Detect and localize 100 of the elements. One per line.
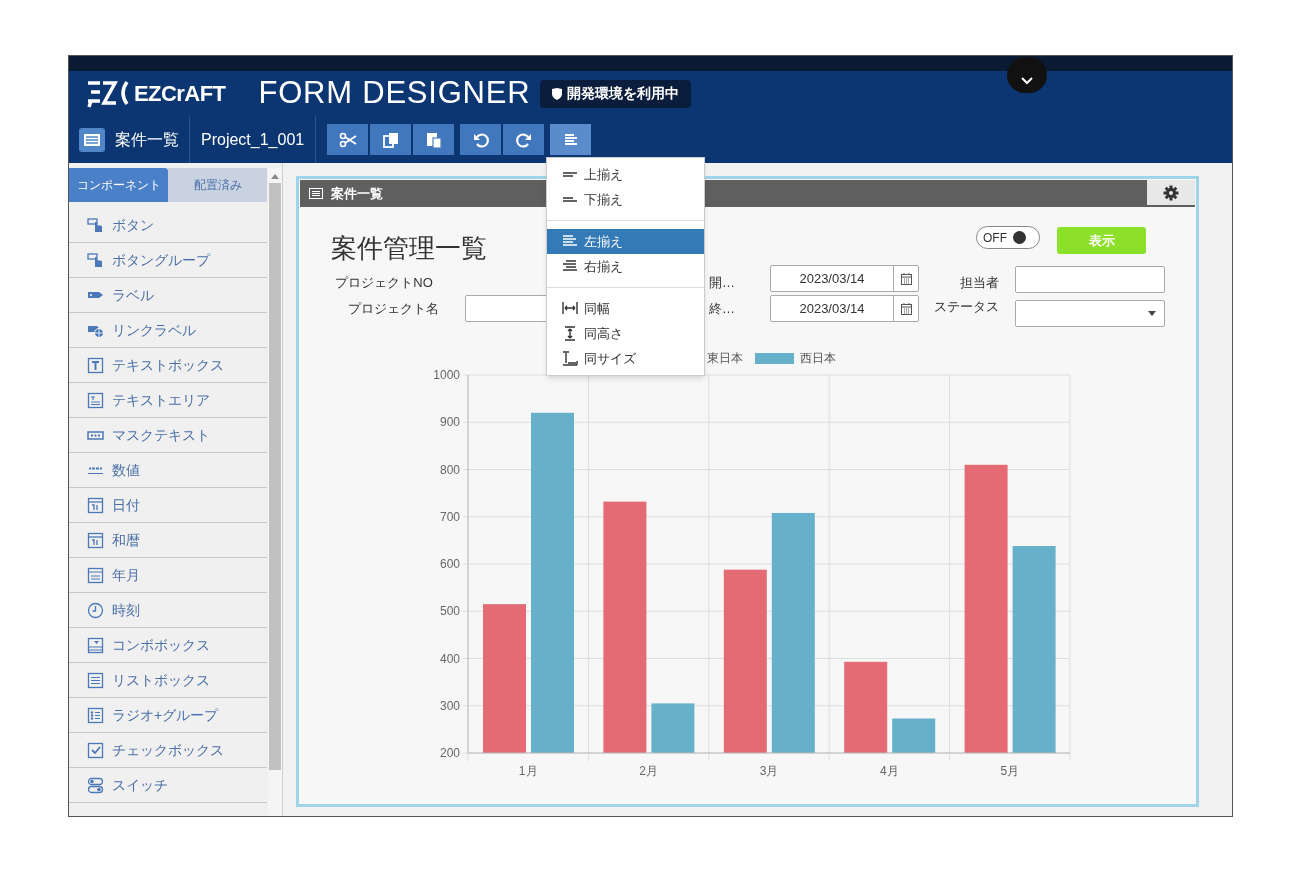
toggle-switch[interactable]: OFF — [976, 226, 1040, 249]
field-label: 終… — [709, 300, 736, 318]
app-title: FORM DESIGNER — [258, 74, 531, 113]
sidebar-item[interactable]: 数値 — [69, 453, 267, 488]
text-field[interactable] — [1015, 266, 1165, 293]
sidebar-item[interactable]: 和暦 — [69, 523, 267, 558]
toggle-knob[interactable] — [1013, 231, 1026, 244]
toolbar-button[interactable] — [550, 124, 592, 155]
toolbar-button[interactable] — [370, 124, 412, 155]
calendar-icon[interactable] — [900, 272, 912, 285]
sidebar-item[interactable]: 日付 — [69, 488, 267, 523]
align-left-icon — [562, 234, 578, 249]
sidebar-tab[interactable]: 配置済み — [168, 168, 267, 202]
menu-item[interactable]: 右揃え — [547, 254, 704, 279]
sidebar-item[interactable]: リンクラベル — [69, 313, 267, 348]
sidebar-item[interactable]: テキストエリア — [69, 383, 267, 418]
menu-item[interactable]: 同サイズ — [547, 346, 704, 371]
settings-icon — [1163, 184, 1179, 201]
align-bottom-icon — [562, 197, 578, 202]
chart-bar — [892, 718, 936, 753]
settings-button[interactable] — [1147, 180, 1195, 205]
text-box-icon — [87, 356, 104, 374]
axis-tick-label: 5月 — [1000, 764, 1020, 778]
sidebar-item[interactable]: コンボボックス — [69, 628, 267, 663]
menu-item[interactable]: 同幅 — [547, 296, 704, 321]
axis-tick-label: 300 — [439, 698, 460, 713]
sidebar-item[interactable]: ラベル — [69, 278, 267, 313]
calendar-icon — [87, 496, 104, 514]
axis-tick-label: 4月 — [880, 764, 899, 778]
form-list-icon — [309, 188, 323, 199]
axis-tick-label: 500 — [439, 604, 460, 619]
toggle-state-label: OFF — [983, 229, 1007, 247]
combo-box-icon — [87, 636, 104, 654]
align-top-icon — [562, 172, 578, 177]
field-label: プロジェクトNO — [334, 274, 434, 292]
align-right-icon — [562, 259, 578, 274]
chart-bar — [651, 703, 695, 753]
project-name: Project_1_001 — [201, 129, 305, 150]
menu-item[interactable]: 左揃え — [547, 229, 704, 254]
logo-text: EZCrAFT — [134, 80, 226, 108]
axis-tick-label: 1月 — [518, 764, 538, 778]
axis-tick-label: 600 — [439, 557, 460, 571]
calendar-icon[interactable] — [900, 302, 912, 315]
same-size-icon — [562, 351, 578, 366]
badge-text: 開発環境を利用中 — [567, 84, 680, 103]
toolbar-button[interactable] — [460, 124, 502, 155]
radio-list-icon — [87, 706, 104, 724]
form-name: 案件一覧 — [115, 129, 179, 150]
sidebar-item[interactable]: チェックボックス — [69, 733, 267, 768]
toolbar-button[interactable] — [503, 124, 545, 155]
same-width-icon — [562, 301, 578, 316]
sidebar-item[interactable]: リストボックス — [69, 663, 267, 698]
field-label: ステータス — [933, 298, 999, 316]
sidebar-tab[interactable]: コンポーネント — [69, 168, 168, 202]
dropdown-caret-icon — [1148, 311, 1156, 316]
sidebar-item[interactable]: 年月 — [69, 558, 267, 593]
shield-icon — [552, 87, 563, 100]
sidebar-item[interactable]: スイッチ — [69, 768, 267, 803]
text-area-icon — [87, 391, 104, 409]
date-field[interactable]: 2023/03/14 — [770, 265, 919, 292]
calendar-icon — [87, 566, 104, 584]
clock-icon — [87, 601, 104, 619]
sidebar-item[interactable]: ボタングループ — [69, 243, 267, 278]
field-label: 開… — [709, 274, 736, 292]
axis-tick-label: 200 — [439, 746, 460, 760]
redo-icon — [514, 130, 533, 149]
toolbar-button[interactable] — [413, 124, 455, 155]
panel-title: 案件一覧 — [331, 184, 383, 203]
copy-icon — [381, 130, 400, 149]
calendar-icon — [87, 531, 104, 549]
scroll-up-icon[interactable] — [271, 173, 279, 179]
axis-tick-label: 900 — [439, 415, 460, 430]
scrollbar[interactable] — [268, 168, 282, 816]
menu-item[interactable]: 上揃え — [547, 162, 704, 187]
collapse-button[interactable] — [1007, 57, 1047, 93]
sidebar-item[interactable]: テキストボックス — [69, 348, 267, 383]
legend-label: 東日本 — [707, 350, 743, 367]
axis-tick-label: 800 — [439, 462, 460, 477]
field-label: プロジェクト名 — [347, 300, 439, 318]
logo-icon — [86, 78, 130, 109]
sidebar-item[interactable]: 時刻 — [69, 593, 267, 628]
switch-icon — [87, 776, 104, 794]
menu-item[interactable]: 同高さ — [547, 321, 704, 346]
menu-item[interactable]: 下揃え — [547, 187, 704, 212]
sidebar-item[interactable]: ラジオ+グループ — [69, 698, 267, 733]
same-height-icon — [562, 326, 578, 341]
field-label: 担当者 — [959, 274, 999, 292]
undo-icon — [471, 130, 490, 149]
sidebar-item[interactable]: ボタン — [69, 208, 267, 243]
date-field[interactable]: 2023/03/14 — [770, 295, 919, 322]
paste-icon — [424, 130, 443, 149]
list-box-icon — [87, 671, 104, 689]
toolbar-button[interactable] — [327, 124, 369, 155]
scrollbar-thumb[interactable] — [269, 183, 281, 770]
tag-icon — [87, 291, 104, 299]
axis-tick-label: 400 — [439, 651, 460, 666]
axis-tick-label: 1000 — [433, 368, 460, 382]
chevron-down-icon — [1021, 77, 1033, 85]
sidebar-item[interactable]: マスクテキスト — [69, 418, 267, 453]
checkbox-icon — [87, 741, 104, 759]
